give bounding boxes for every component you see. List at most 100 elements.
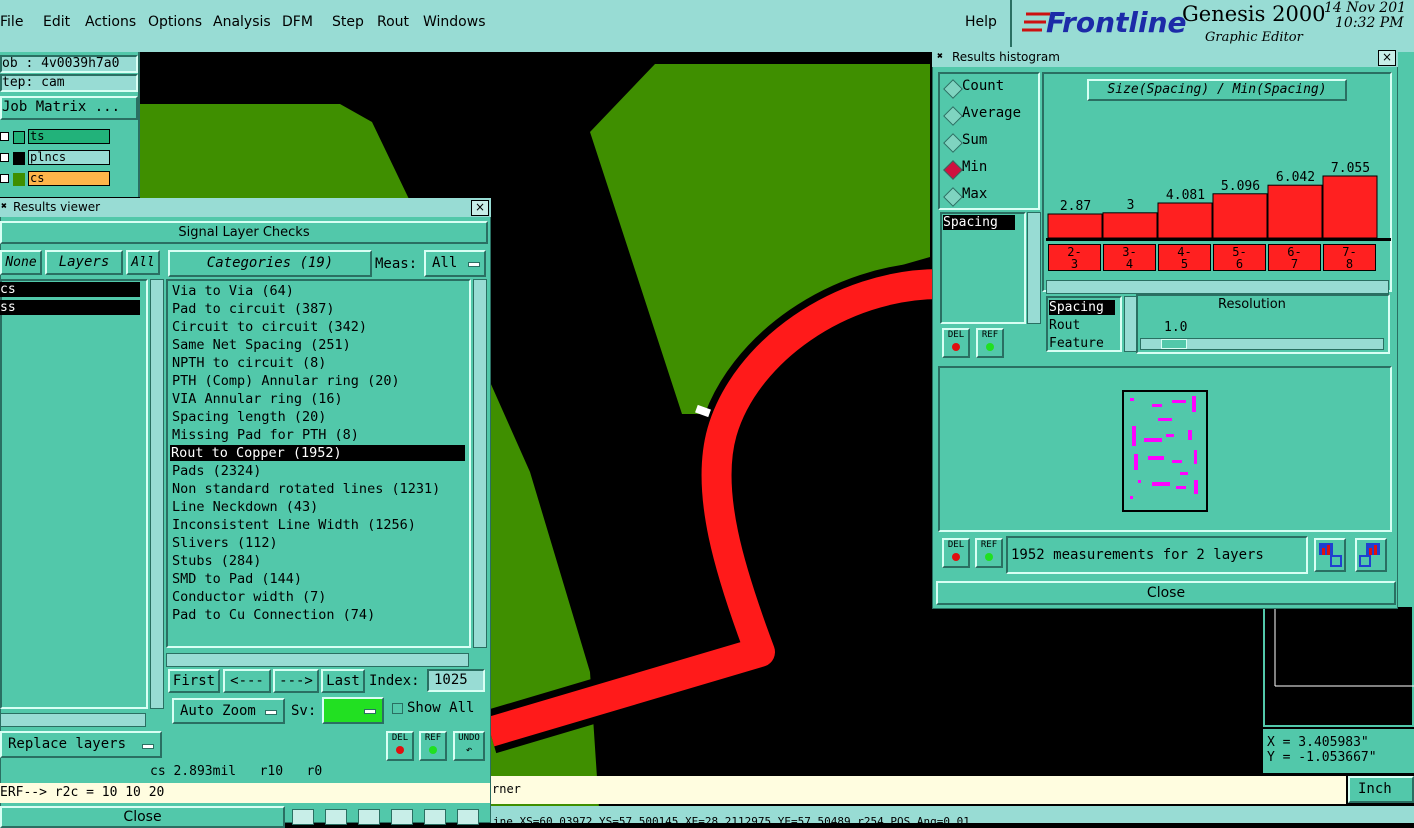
- unit-dropdown[interactable]: Inch: [1348, 776, 1414, 803]
- categories-button[interactable]: Categories (19): [168, 250, 372, 277]
- categories-scrollbar[interactable]: [473, 279, 487, 648]
- auto-zoom-dropdown[interactable]: Auto Zoom: [172, 698, 285, 724]
- histogram-bar[interactable]: [1212, 193, 1268, 239]
- histogram-bar[interactable]: [1102, 212, 1158, 239]
- close-icon[interactable]: ×: [471, 200, 489, 216]
- histogram-bar[interactable]: [1047, 213, 1103, 239]
- category-item[interactable]: Pads (2324): [172, 463, 261, 479]
- menu-analysis[interactable]: Analysis: [213, 14, 271, 30]
- category-item[interactable]: VIA Annular ring (16): [172, 391, 343, 407]
- next-button[interactable]: --->: [273, 669, 319, 693]
- sv-color-dropdown[interactable]: [322, 697, 384, 724]
- bin-label[interactable]: 2- 3: [1048, 244, 1101, 271]
- all-layers-button[interactable]: All: [126, 250, 160, 275]
- field-item[interactable]: Feature: [1049, 336, 1104, 351]
- histogram-del-button[interactable]: DEL: [942, 328, 970, 358]
- category-item[interactable]: Same Net Spacing (251): [172, 337, 351, 353]
- layer-list-item[interactable]: cs: [0, 282, 140, 297]
- index-input[interactable]: 1025: [427, 669, 485, 692]
- category-item[interactable]: NPTH to circuit (8): [172, 355, 326, 371]
- none-button[interactable]: None: [0, 250, 42, 275]
- field-item[interactable]: Rout: [1049, 318, 1080, 333]
- category-item[interactable]: Conductor width (7): [172, 589, 326, 605]
- layer-row-ts[interactable]: ts: [0, 129, 112, 146]
- menu-help[interactable]: Help: [965, 14, 997, 30]
- slider-thumb[interactable]: [1161, 339, 1187, 349]
- attr-list-item-selected[interactable]: Spacing: [943, 215, 1015, 230]
- histogram-bar[interactable]: [1267, 184, 1323, 239]
- chart-hscrollbar[interactable]: [1046, 280, 1389, 294]
- menu-options[interactable]: Options: [148, 14, 202, 30]
- category-item[interactable]: Missing Pad for PTH (8): [172, 427, 359, 443]
- last-button[interactable]: Last: [321, 669, 365, 693]
- menu-step[interactable]: Step: [332, 14, 364, 30]
- category-item-selected[interactable]: Rout to Copper (1952): [170, 445, 465, 461]
- category-item[interactable]: Circuit to circuit (342): [172, 319, 367, 335]
- histogram-menu-icon[interactable]: ✖: [937, 52, 943, 62]
- category-item[interactable]: Pad to circuit (387): [172, 301, 335, 317]
- bin-label[interactable]: 7- 8: [1323, 244, 1376, 271]
- category-item[interactable]: SMD to Pad (144): [172, 571, 302, 587]
- histogram-bar[interactable]: [1322, 175, 1378, 239]
- category-item[interactable]: Via to Via (64): [172, 283, 294, 299]
- histogram-bar[interactable]: [1157, 202, 1213, 239]
- category-item[interactable]: Line Neckdown (43): [172, 499, 318, 515]
- export-chart-button[interactable]: [1314, 538, 1346, 572]
- attr-list-scrollbar[interactable]: [1027, 212, 1041, 324]
- histogram-ref-button[interactable]: REF: [976, 328, 1004, 358]
- field-item-selected[interactable]: Spacing: [1049, 300, 1115, 315]
- category-item[interactable]: PTH (Comp) Annular ring (20): [172, 373, 400, 389]
- option-sum[interactable]: Sum: [940, 132, 1038, 153]
- layer-list-item[interactable]: ss: [0, 300, 140, 315]
- bin-label[interactable]: 6- 7: [1268, 244, 1321, 271]
- layer-list[interactable]: [0, 279, 148, 709]
- first-button[interactable]: First: [168, 669, 220, 693]
- results-viewer-close-button[interactable]: Close: [0, 806, 285, 828]
- results-viewer-menu-icon[interactable]: ✖: [1, 202, 11, 212]
- show-all-checkbox[interactable]: [392, 703, 403, 714]
- category-item[interactable]: Stubs (284): [172, 553, 261, 569]
- undo-button[interactable]: UNDO ↶: [453, 731, 485, 761]
- category-item[interactable]: Inconsistent Line Width (1256): [172, 517, 416, 533]
- preview-ref-button[interactable]: REF: [975, 538, 1003, 568]
- layer-row-plncs[interactable]: plncs: [0, 150, 112, 167]
- layer-checkbox[interactable]: [0, 174, 9, 183]
- menu-windows[interactable]: Windows: [423, 14, 486, 30]
- categories-hscrollbar[interactable]: [166, 653, 469, 667]
- option-average[interactable]: Average: [940, 105, 1038, 126]
- preview-del-button[interactable]: DEL: [942, 538, 970, 568]
- option-min[interactable]: Min: [940, 159, 1038, 180]
- layers-button[interactable]: Layers: [45, 250, 123, 275]
- replace-layers-dropdown[interactable]: Replace layers: [0, 731, 162, 758]
- close-icon[interactable]: ×: [1378, 50, 1396, 66]
- menu-rout[interactable]: Rout: [377, 14, 409, 30]
- layer-list-hscrollbar[interactable]: [0, 713, 146, 727]
- category-item[interactable]: Slivers (112): [172, 535, 278, 551]
- category-item[interactable]: Spacing length (20): [172, 409, 326, 425]
- menu-edit[interactable]: Edit: [43, 14, 70, 30]
- menu-actions[interactable]: Actions: [85, 14, 136, 30]
- import-chart-button[interactable]: [1355, 538, 1387, 572]
- job-matrix-button[interactable]: Job Matrix ...: [0, 96, 138, 120]
- del-button[interactable]: DEL: [386, 731, 414, 761]
- resolution-slider[interactable]: [1140, 338, 1384, 350]
- option-count[interactable]: Count: [940, 78, 1038, 99]
- meas-dropdown[interactable]: All: [424, 250, 486, 277]
- command-line[interactable]: ERF--> r2c = 10 10 20: [0, 783, 490, 803]
- menu-file[interactable]: File: [0, 14, 23, 30]
- bin-label[interactable]: 4- 5: [1158, 244, 1211, 271]
- layer-list-scrollbar[interactable]: [150, 279, 164, 709]
- layer-row-cs[interactable]: cs: [0, 171, 112, 188]
- layer-checkbox[interactable]: [0, 153, 9, 162]
- option-max[interactable]: Max: [940, 186, 1038, 207]
- category-item[interactable]: Pad to Cu Connection (74): [172, 607, 375, 623]
- bin-label[interactable]: 5- 6: [1213, 244, 1266, 271]
- bin-label[interactable]: 3- 4: [1103, 244, 1156, 271]
- histogram-close-button[interactable]: Close: [936, 581, 1396, 605]
- radio-icon: [943, 106, 963, 126]
- menu-dfm[interactable]: DFM: [282, 14, 313, 30]
- category-item[interactable]: Non standard rotated lines (1231): [172, 481, 440, 497]
- previous-button[interactable]: <---: [223, 669, 271, 693]
- layer-checkbox[interactable]: [0, 132, 9, 141]
- ref-button[interactable]: REF: [419, 731, 447, 761]
